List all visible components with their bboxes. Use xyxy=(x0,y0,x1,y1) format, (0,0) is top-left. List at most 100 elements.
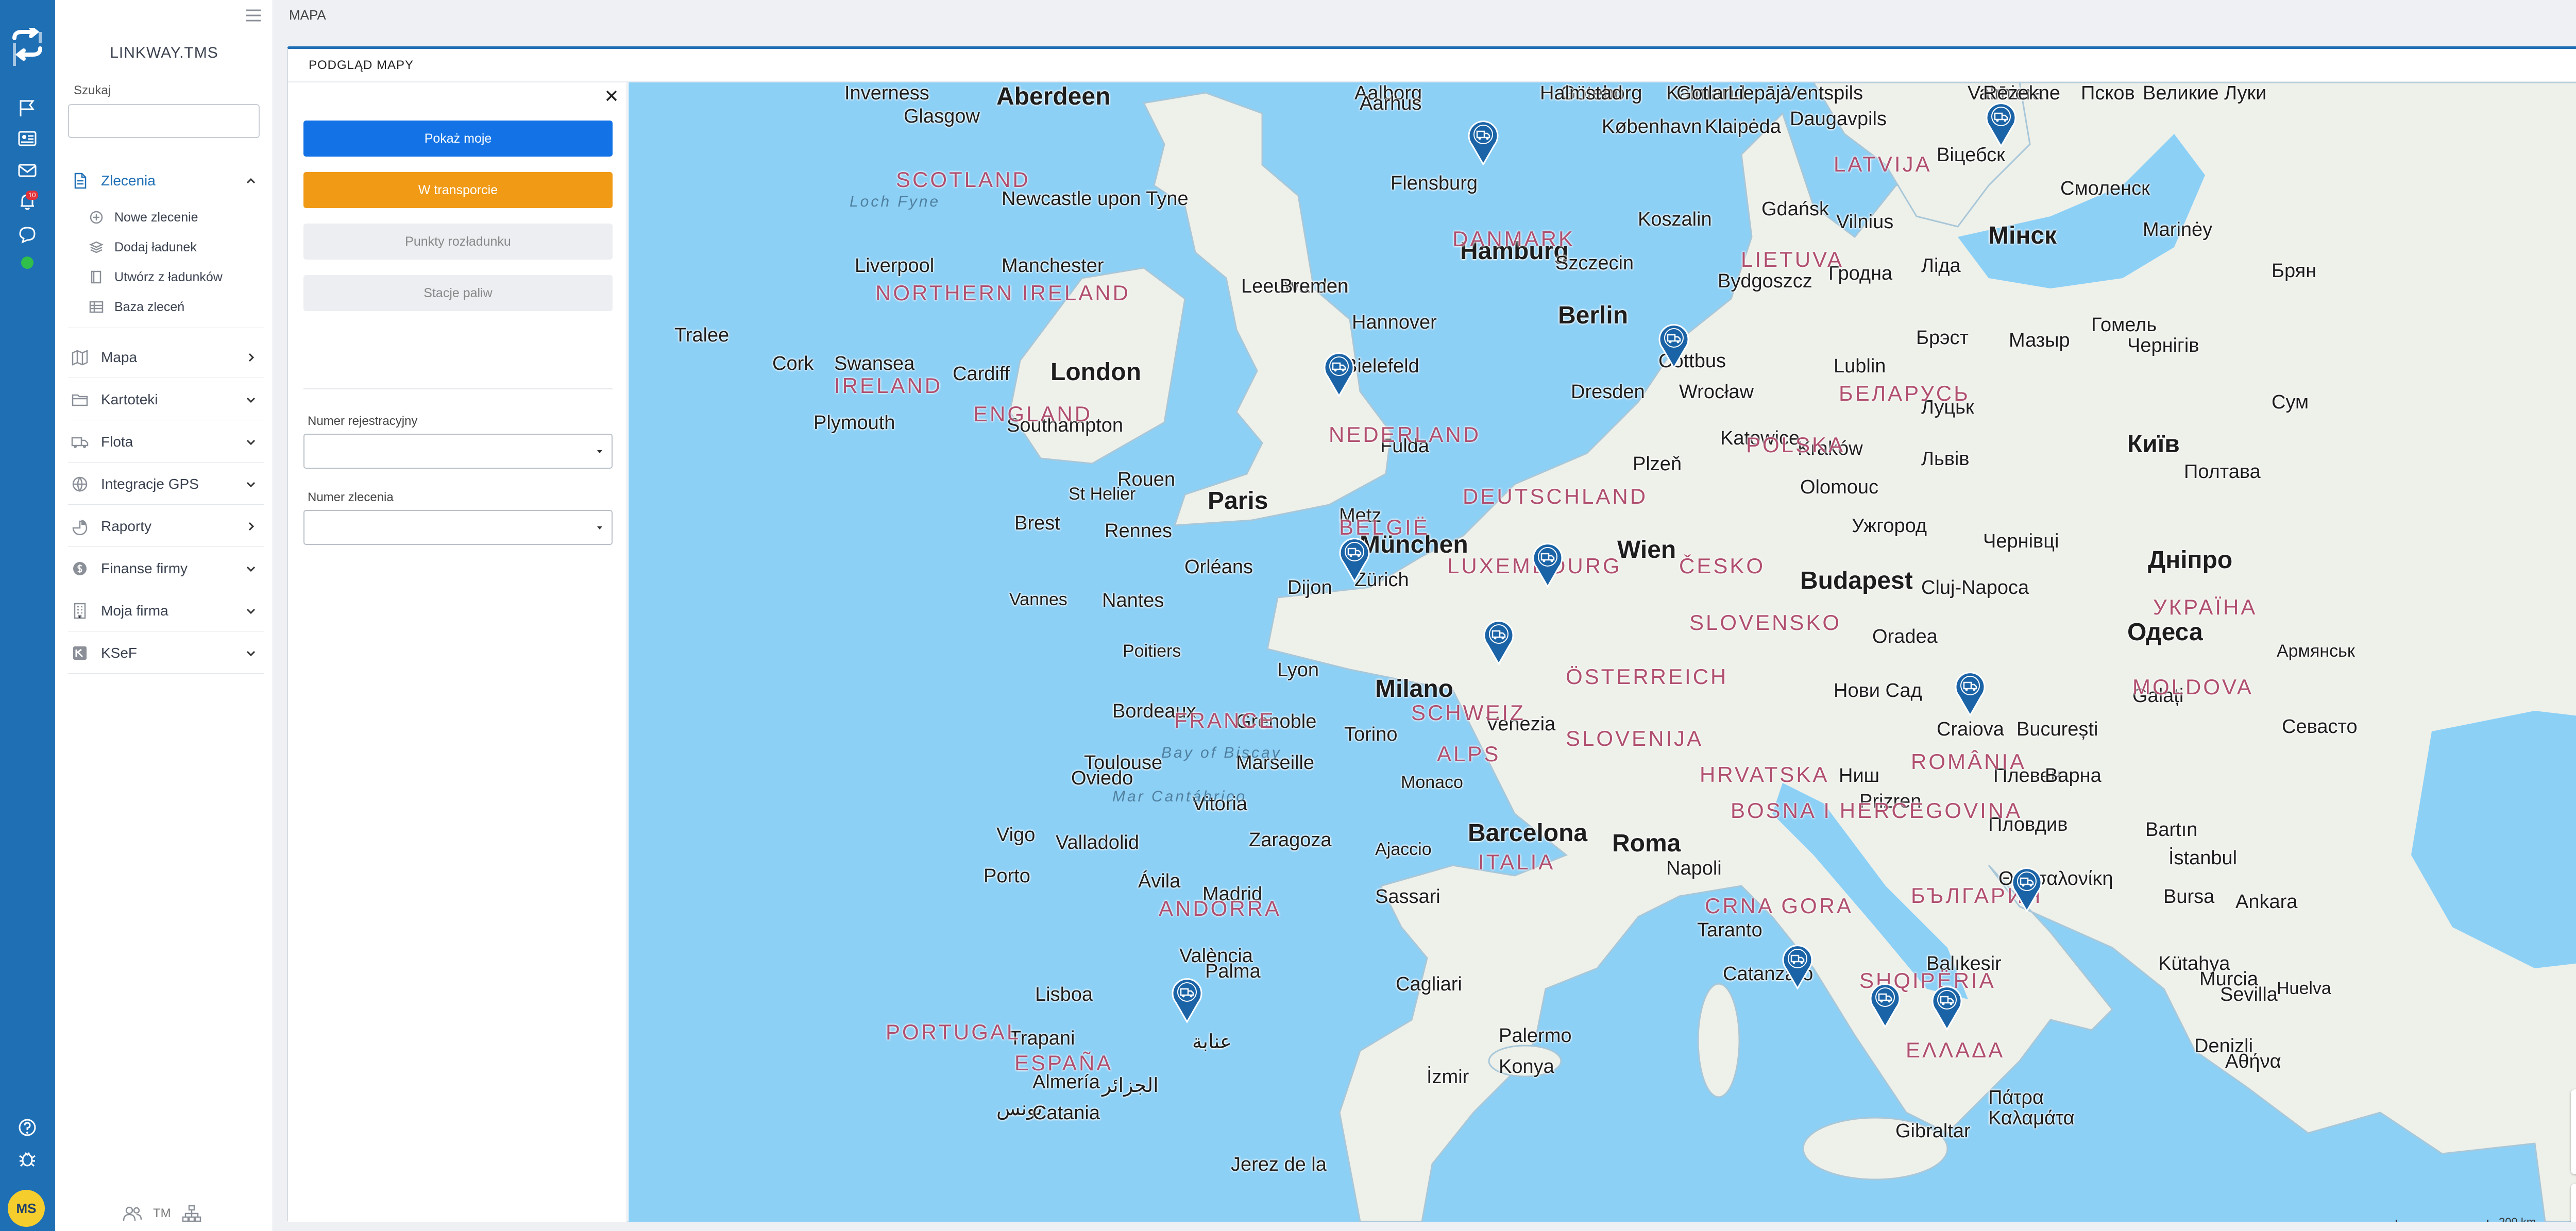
fuel-stations-button[interactable]: Stacje paliw xyxy=(303,275,613,311)
order-number-select[interactable] xyxy=(303,510,613,545)
map-city-label: Nantes xyxy=(1102,590,1164,611)
nav-section-label: Moja firma xyxy=(101,602,168,619)
logo-icon[interactable] xyxy=(10,28,44,69)
plus-circle-icon xyxy=(90,211,103,224)
nav-section-mapa[interactable]: Mapa xyxy=(68,337,264,378)
nav-section-ksef[interactable]: KSeF xyxy=(68,632,264,674)
nav-item-utworz-z-ladunkow[interactable]: Utwórz z ładunków xyxy=(89,264,253,290)
map-city-label: Monaco xyxy=(1401,773,1463,792)
nav-section-moja-firma[interactable]: Moja firma xyxy=(68,590,264,631)
map-city-label: Нови Сад xyxy=(1834,680,1922,702)
map-country-label: NORTHERN IRELAND xyxy=(875,281,1130,305)
map-country-label: ESPAÑA xyxy=(1014,1051,1113,1075)
truck-marker-icon[interactable] xyxy=(1869,981,1902,1028)
map-city-label: Paris xyxy=(1208,487,1268,515)
nav-section-finanse-firmy[interactable]: Finanse firmy xyxy=(68,548,264,589)
map-city-label: Zaragoza xyxy=(1249,829,1332,851)
map-view[interactable]: Aberdeen Inverness Glasgow Newcastle upon T… xyxy=(629,82,2576,1222)
breadcrumb: MAPA xyxy=(289,7,326,23)
map-city-label: Napoli xyxy=(1666,858,1722,879)
map-city-label: Liepāja xyxy=(1728,82,1791,104)
truck-marker-icon[interactable] xyxy=(1171,976,1204,1023)
search-label: Szukaj xyxy=(74,83,111,97)
map-city-label: Klaipėda xyxy=(1705,116,1781,138)
truck-marker-icon[interactable] xyxy=(1930,983,1963,1031)
chat-icon[interactable] xyxy=(18,225,37,244)
registration-select[interactable] xyxy=(303,434,613,469)
map-city-label: Vilnius xyxy=(1836,211,1894,233)
scale-bar xyxy=(2396,1220,2488,1222)
unloading-points-button[interactable]: Punkty rozładunku xyxy=(303,224,613,260)
truck-marker-icon[interactable] xyxy=(1338,535,1371,583)
map-city-label: Брян xyxy=(2272,260,2317,282)
truck-icon xyxy=(71,437,89,448)
map-city-label: Olomouc xyxy=(1800,476,1879,498)
truck-marker-icon[interactable] xyxy=(2010,865,2043,912)
map-city-label: Одеса xyxy=(2127,619,2203,646)
map-city-label: Сум xyxy=(2272,391,2309,413)
map-city-label: Καλαμάτα xyxy=(1988,1107,2075,1129)
id-card-icon[interactable] xyxy=(18,129,37,148)
flag-icon[interactable] xyxy=(18,99,37,118)
map-city-label: Bursa xyxy=(2163,886,2215,908)
mail-icon[interactable] xyxy=(18,161,37,180)
map-city-label: Koszalin xyxy=(1638,209,1712,230)
map-scale: 200 km xyxy=(2396,1216,2576,1222)
map-city-label: Dijon xyxy=(1287,577,1332,599)
map-city-label: Torino xyxy=(1344,724,1398,745)
registration-label: Numer rejestracyjny xyxy=(308,414,418,428)
nav-section-raporty[interactable]: Raporty xyxy=(68,506,264,547)
map-city-label: Marinėy xyxy=(2143,219,2213,241)
map-city-label: Lublin xyxy=(1834,355,1886,377)
zoom-in-button[interactable]: + xyxy=(2571,1089,2576,1132)
truck-marker-icon[interactable] xyxy=(1657,321,1690,369)
nav-item-label: Dodaj ładunek xyxy=(114,240,197,254)
close-icon[interactable] xyxy=(602,87,621,105)
globe-icon xyxy=(72,476,88,492)
truck-marker-icon[interactable] xyxy=(1467,118,1500,165)
in-transport-button[interactable]: W transporcie xyxy=(303,172,613,208)
users-icon[interactable] xyxy=(122,1204,143,1223)
truck-marker-icon[interactable] xyxy=(1985,100,2018,147)
help-icon[interactable] xyxy=(18,1118,37,1137)
map-city-label: Dresden xyxy=(1571,381,1645,403)
nav-item-nowe-zlecenie[interactable]: Nowe zlecenie xyxy=(89,204,253,231)
map-country-label: MOLDOVA xyxy=(2132,675,2253,699)
map-city-label: Cork xyxy=(772,353,814,374)
nav-section-flota[interactable]: Flota xyxy=(68,421,264,463)
nav-item-baza-zlecen[interactable]: Baza zleceń xyxy=(89,294,253,320)
truck-marker-icon[interactable] xyxy=(1482,618,1515,665)
nav-section-kartoteki[interactable]: Kartoteki xyxy=(68,379,264,420)
truck-marker-icon[interactable] xyxy=(1323,350,1355,397)
map-city-label: Denizli xyxy=(2194,1035,2253,1057)
card-title: PODGLĄD MAPY xyxy=(309,58,414,72)
tm-label[interactable]: TM xyxy=(153,1206,171,1221)
map-city-label: Bremen xyxy=(1280,276,1349,297)
document-icon xyxy=(74,173,87,189)
map-country-label: SCHWEIZ xyxy=(1411,700,1526,725)
chevron-right-icon xyxy=(248,353,255,362)
nav-section-zlecenia[interactable]: Zlecenia xyxy=(68,160,264,201)
search-input[interactable] xyxy=(68,104,260,138)
zoom-out-button[interactable]: − xyxy=(2571,1132,2576,1174)
map-city-label: Bartın xyxy=(2145,819,2198,841)
user-avatar[interactable]: MS xyxy=(8,1190,45,1227)
navigation-panel: LINKWAY.TMS Szukaj Zlecenia Nowe zleceni… xyxy=(55,0,273,1231)
hamburger-menu-icon[interactable] xyxy=(243,6,264,25)
map-city-label: Aarhus xyxy=(1360,93,1422,114)
truck-marker-icon[interactable] xyxy=(1531,540,1564,588)
nav-section-integracje-gps[interactable]: Integracje GPS xyxy=(68,464,264,505)
stack-icon xyxy=(89,241,104,253)
truck-marker-icon[interactable] xyxy=(1781,942,1814,989)
map-country-label: БЕЛАРУСЬ xyxy=(1839,381,1970,405)
show-mine-button[interactable]: Pokaż moje xyxy=(303,121,613,157)
map-city-label: Псков xyxy=(2081,82,2135,104)
map-country-label: PORTUGAL xyxy=(886,1020,1021,1044)
hierarchy-icon[interactable] xyxy=(181,1204,202,1223)
truck-marker-icon[interactable] xyxy=(1954,669,1987,716)
map-city-label: Berlin xyxy=(1558,302,1629,329)
map-city-label: Liverpool xyxy=(855,255,935,277)
map-country-label: NEDERLAND xyxy=(1329,422,1481,447)
nav-item-dodaj-ladunek[interactable]: Dodaj ładunek xyxy=(89,234,253,261)
bug-icon[interactable] xyxy=(18,1149,37,1168)
